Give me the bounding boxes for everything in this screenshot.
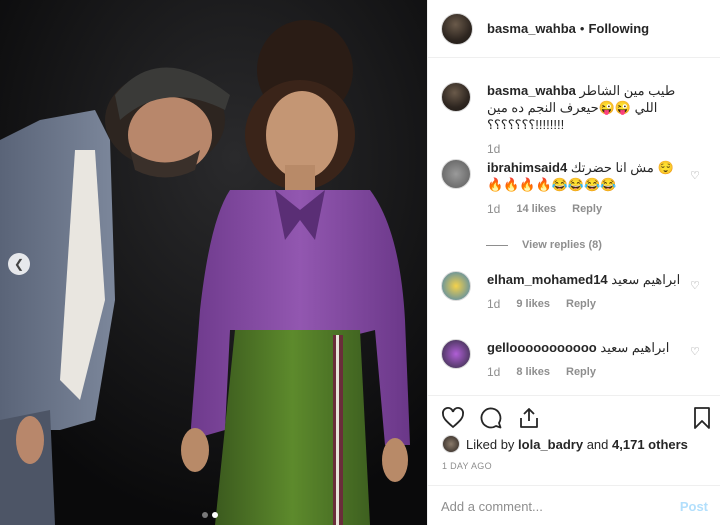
post-panel: basma_wahba • Following basma_wahba طيب … [427,0,720,525]
avatar[interactable] [441,339,471,369]
following-button[interactable]: Following [588,21,649,36]
reply-button[interactable]: Reply [566,296,596,313]
divider [486,244,508,246]
comment-likes[interactable]: 8 likes [516,364,550,381]
avatar[interactable] [441,12,473,45]
add-comment-bar: Post [428,485,720,525]
view-replies-button[interactable]: View replies (8) [486,239,602,251]
comment-button[interactable] [479,406,503,430]
reply-button[interactable]: Reply [572,201,602,218]
like-button[interactable] [441,406,465,430]
share-button[interactable] [517,406,541,430]
comment-username[interactable]: ibrahimsaid4 [487,160,567,175]
caption: basma_wahba طيب مين الشاطر اللي 😜😜حيعرف … [441,82,687,158]
comment-input[interactable] [441,498,661,514]
list-item: gellooooooooooo ابراهيم سعيد 1d 8 likes … [441,339,687,381]
liked-by-others[interactable]: 4,171 others [612,437,688,452]
comment-username[interactable]: gellooooooooooo [487,340,597,355]
comment-time[interactable]: 1d [487,201,500,218]
liked-by: Liked by lola_badry and 4,171 others [442,435,688,453]
comment-icon [480,407,502,429]
share-icon [520,408,538,428]
liked-by-user[interactable]: lola_badry [518,437,583,452]
caption-time[interactable]: 1d [487,141,500,158]
avatar[interactable] [442,435,460,453]
post-button[interactable]: Post [680,499,708,514]
comment-heart-icon[interactable]: ♡ [690,279,700,292]
avatar[interactable] [441,159,471,189]
post-photo[interactable]: ❮ [0,0,427,525]
list-item: elham_mohamed14 ابراهيم سعيد 1d 9 likes … [441,271,687,313]
caption-username[interactable]: basma_wahba [487,83,576,98]
comment-username[interactable]: elham_mohamed14 [487,272,608,287]
posted-time[interactable]: 1 DAY AGO [442,461,492,471]
comment-time[interactable]: 1d [487,364,500,381]
avatar[interactable] [441,271,471,301]
liked-by-prefix: Liked by [466,436,515,452]
carousel-dot [202,512,208,518]
header-text: basma_wahba • Following [487,21,649,36]
header-username[interactable]: basma_wahba [487,21,576,36]
liked-by-connector: and [586,436,609,452]
save-button[interactable] [690,406,714,430]
previous-slide-button[interactable]: ❮ [8,253,30,275]
carousel-indicator [202,512,218,518]
carousel-dot-active [212,512,218,518]
bookmark-icon [694,407,710,429]
post-image [0,0,427,525]
instagram-post: ❮ basma_wahba • Following basma_wahba طي… [0,0,720,525]
comment-time[interactable]: 1d [487,296,500,313]
avatar[interactable] [441,82,471,112]
comments-list[interactable]: basma_wahba طيب مين الشاطر اللي 😜😜حيعرف … [428,59,720,395]
comment-likes[interactable]: 14 likes [516,201,556,218]
header-separator: • [579,21,585,36]
view-replies-label: View replies (8) [522,239,602,251]
comment-text: ابراهيم سعيد [611,272,681,287]
post-header: basma_wahba • Following [428,0,720,58]
chevron-left-icon: ❮ [13,257,25,271]
reply-button[interactable]: Reply [566,364,596,381]
post-actions: Liked by lola_badry and 4,171 others 1 D… [428,395,720,525]
list-item: ibrahimsaid4 مش انا حضرتك 😌 🔥🔥🔥🔥😂😂😂😂 1d … [441,159,687,218]
comment-likes[interactable]: 9 likes [516,296,550,313]
comment-text: ابراهيم سعيد [600,340,670,355]
comment-heart-icon[interactable]: ♡ [690,169,700,182]
heart-icon [442,407,464,429]
comment-heart-icon[interactable]: ♡ [690,345,700,358]
